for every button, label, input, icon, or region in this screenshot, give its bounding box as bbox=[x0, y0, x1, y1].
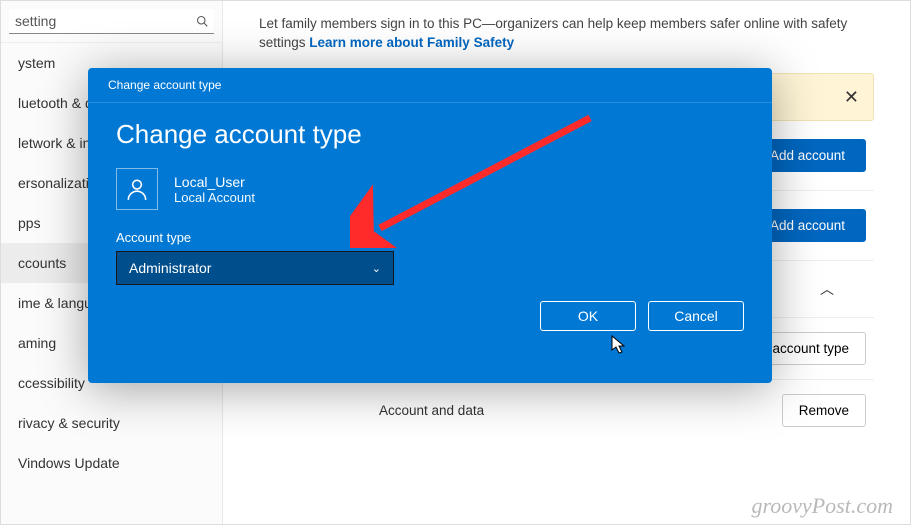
account-type-dropdown[interactable]: Administrator ⌄ bbox=[116, 251, 394, 285]
user-account-type: Local Account bbox=[174, 190, 255, 205]
chevron-up-icon[interactable]: ︿ bbox=[820, 279, 834, 299]
search-input[interactable] bbox=[9, 9, 214, 34]
dialog-heading: Change account type bbox=[116, 119, 744, 150]
sidebar-item-privacy[interactable]: rivacy & security bbox=[1, 403, 222, 443]
dropdown-value: Administrator bbox=[129, 260, 211, 276]
dialog-title-bar: Change account type bbox=[88, 68, 772, 103]
account-data-label: Account and data bbox=[379, 403, 484, 418]
family-safety-link[interactable]: Learn more about Family Safety bbox=[309, 35, 514, 50]
ok-button[interactable]: OK bbox=[540, 301, 636, 331]
change-account-type-dialog: Change account type Change account type … bbox=[88, 68, 772, 383]
cancel-button[interactable]: Cancel bbox=[648, 301, 744, 331]
search-field[interactable] bbox=[15, 13, 196, 29]
remove-button[interactable]: Remove bbox=[782, 394, 866, 427]
sidebar-item-windows-update[interactable]: Vindows Update bbox=[1, 443, 222, 483]
chevron-down-icon: ⌄ bbox=[372, 262, 381, 275]
family-description: Let family members sign in to this PC—or… bbox=[259, 15, 874, 53]
close-icon[interactable]: ✕ bbox=[844, 88, 859, 106]
search-icon bbox=[196, 13, 208, 29]
user-name: Local_User bbox=[174, 174, 255, 190]
user-icon bbox=[116, 168, 158, 210]
account-type-label: Account type bbox=[116, 230, 744, 245]
